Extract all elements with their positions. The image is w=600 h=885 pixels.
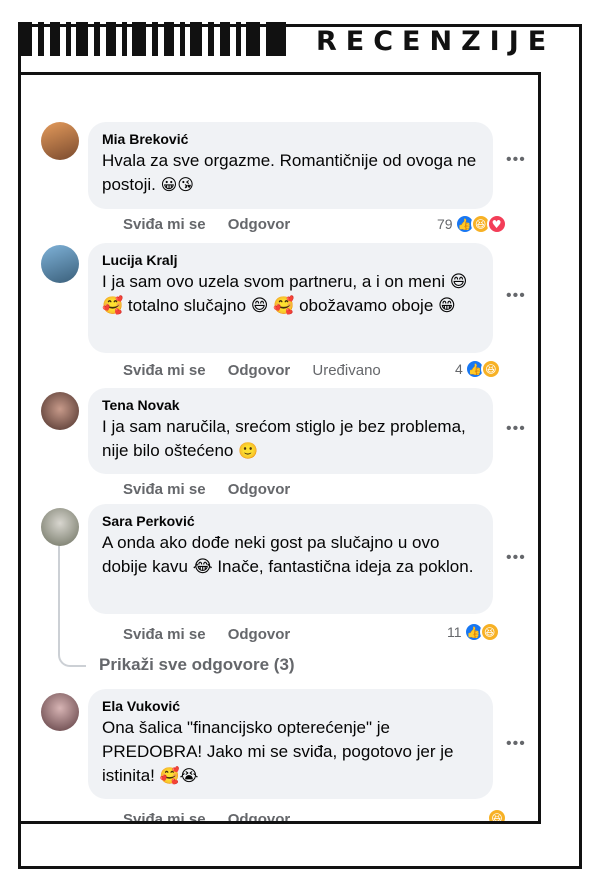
- page-title: RECENZIJE: [316, 26, 556, 57]
- love-icon: ♥: [486, 214, 507, 234]
- like-button[interactable]: Sviđa mi se: [123, 216, 206, 233]
- comment-emojis: 😀😘: [160, 175, 194, 194]
- haha-icon: 😆: [480, 359, 501, 379]
- avatar[interactable]: [41, 693, 79, 731]
- haha-icon: 😆: [479, 622, 500, 642]
- reaction-summary[interactable]: 4 👍 😆: [455, 359, 501, 379]
- haha-icon: 😆: [487, 808, 507, 821]
- reaction-count: 4: [455, 361, 463, 377]
- comments-panel: Mia Breković Hvala za sve orgazme. Roman…: [18, 72, 541, 824]
- reaction-summary[interactable]: 11 👍 😆: [447, 622, 500, 642]
- ellipsis-icon[interactable]: •••: [506, 287, 526, 305]
- reply-button[interactable]: Odgovor: [228, 626, 291, 643]
- edited-label[interactable]: Uređivano: [312, 362, 380, 379]
- comment-actions: Sviđa mi se Odgovor: [123, 481, 308, 498]
- comment-emojis: 🥰😭: [159, 766, 199, 785]
- comment-actions: Sviđa mi se Odgovor: [123, 216, 308, 233]
- comment-author[interactable]: Sara Perković: [102, 512, 479, 531]
- comment-author[interactable]: Lucija Kralj: [102, 251, 479, 270]
- avatar[interactable]: [41, 122, 79, 160]
- reply-button[interactable]: Odgovor: [228, 362, 291, 379]
- avatar[interactable]: [41, 508, 79, 546]
- ellipsis-icon[interactable]: •••: [506, 549, 526, 567]
- comment-author[interactable]: Mia Breković: [102, 130, 479, 149]
- reply-button[interactable]: Odgovor: [228, 811, 291, 821]
- ellipsis-icon[interactable]: •••: [506, 151, 526, 169]
- reaction-summary[interactable]: 79 👍 😆 ♥: [437, 214, 507, 234]
- comment-bubble: Mia Breković Hvala za sve orgazme. Roman…: [88, 122, 493, 209]
- avatar[interactable]: [41, 245, 79, 283]
- comment-bubble: Ela Vuković Ona šalica "financijsko opte…: [88, 689, 493, 799]
- reaction-count: 11: [447, 624, 462, 640]
- like-button[interactable]: Sviđa mi se: [123, 481, 206, 498]
- like-button[interactable]: Sviđa mi se: [123, 811, 206, 821]
- comment-text: Hvala za sve orgazme. Romantičnije od ov…: [102, 151, 477, 194]
- like-button[interactable]: Sviđa mi se: [123, 626, 206, 643]
- ellipsis-icon[interactable]: •••: [506, 735, 526, 753]
- reaction-count: 79: [437, 216, 453, 232]
- comment-actions: Sviđa mi se Odgovor: [123, 811, 308, 821]
- comment-actions: Sviđa mi se Odgovor: [123, 626, 308, 643]
- show-replies-link[interactable]: Prikaži sve odgovore (3): [99, 655, 295, 675]
- comment-actions: Sviđa mi se Odgovor Uređivano: [123, 362, 399, 379]
- comment-bubble: Lucija Kralj I ja sam ovo uzela svom par…: [88, 243, 493, 353]
- comment-emojis: 🙂: [238, 441, 259, 460]
- comment-bubble: Sara Perković A onda ako dođe neki gost …: [88, 504, 493, 614]
- comment-text: I ja sam ovo uzela svom partneru, a i on…: [102, 272, 468, 315]
- reply-button[interactable]: Odgovor: [228, 481, 291, 498]
- reply-button[interactable]: Odgovor: [228, 216, 291, 233]
- comment-bubble: Tena Novak I ja sam naručila, srećom sti…: [88, 388, 493, 474]
- comment-text: A onda ako dođe neki gost pa slučajno u …: [102, 533, 474, 576]
- comment-author[interactable]: Ela Vuković: [102, 697, 479, 716]
- reply-thread-line: [58, 535, 86, 667]
- like-button[interactable]: Sviđa mi se: [123, 362, 206, 379]
- comment-author[interactable]: Tena Novak: [102, 396, 479, 415]
- reaction-summary[interactable]: 😆: [487, 808, 507, 821]
- avatar[interactable]: [41, 392, 79, 430]
- ellipsis-icon[interactable]: •••: [506, 420, 526, 438]
- comment-text: I ja sam naručila, srećom stiglo je bez …: [102, 417, 466, 460]
- barcode-logo: [18, 22, 286, 56]
- comment-text: Ona šalica "financijsko opterećenje" je …: [102, 718, 454, 785]
